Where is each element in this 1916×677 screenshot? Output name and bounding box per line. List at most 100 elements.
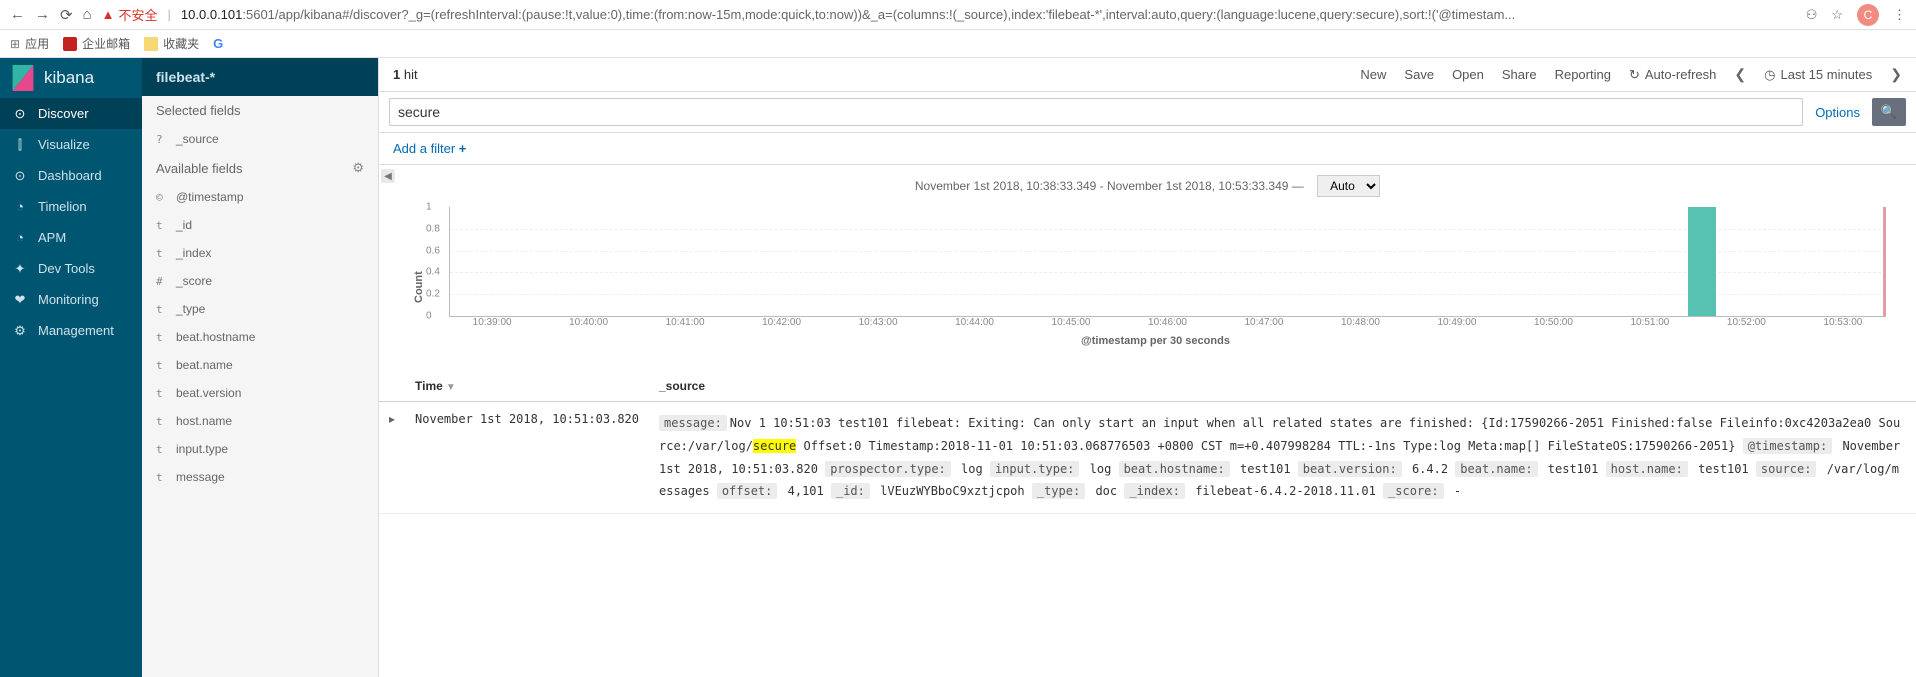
apps-shortcut[interactable]: ⊞应用: [10, 35, 49, 52]
refresh-icon: ↻: [1629, 67, 1640, 83]
field-_score[interactable]: #_score: [142, 267, 378, 295]
sidebar-item-dashboard[interactable]: ⊙Dashboard: [0, 160, 142, 191]
field-beat.hostname[interactable]: tbeat.hostname: [142, 323, 378, 351]
field-_source[interactable]: ?_source: [142, 125, 378, 153]
col-time[interactable]: Time▼: [405, 371, 649, 402]
xtick: 10:53:00: [1823, 317, 1862, 328]
sidebar-item-monitoring[interactable]: ❤Monitoring: [0, 284, 142, 315]
field-id[interactable]: _id:: [831, 483, 870, 499]
selected-fields-title: Selected fields: [142, 96, 378, 125]
field-input-type[interactable]: input.type:: [990, 461, 1079, 477]
field-message[interactable]: message:: [659, 415, 727, 431]
field-host.name[interactable]: thost.name: [142, 407, 378, 435]
bookmark-fav[interactable]: 收藏夹: [144, 35, 199, 52]
logo-text: kibana: [44, 68, 94, 88]
reporting-button[interactable]: Reporting: [1555, 67, 1611, 82]
field-_index[interactable]: t_index: [142, 239, 378, 267]
field-_type[interactable]: t_type: [142, 295, 378, 323]
field-type[interactable]: _type:: [1032, 483, 1085, 499]
field-beat.version[interactable]: tbeat.version: [142, 379, 378, 407]
field-host-name[interactable]: host.name:: [1606, 461, 1688, 477]
expand-row-icon[interactable]: ▸: [379, 402, 405, 514]
search-button[interactable]: 🔍: [1872, 98, 1906, 126]
topbar: 1 hit New Save Open Share Reporting ↻Aut…: [379, 58, 1916, 92]
add-filter-button[interactable]: Add a filter +: [393, 141, 466, 156]
bookmark-google[interactable]: G: [213, 36, 223, 51]
translate-icon[interactable]: ⚇: [1806, 7, 1818, 23]
sidebar-item-dev-tools[interactable]: ✦Dev Tools: [0, 253, 142, 284]
sidebar: kibana ⊙Discover⫿Visualize⊙Dashboard◔Tim…: [0, 58, 142, 677]
row-source: message:Nov 1 10:51:03 test101 filebeat:…: [649, 402, 1916, 514]
filter-bar: Add a filter +: [379, 133, 1916, 165]
index-pattern[interactable]: filebeat-*: [142, 58, 378, 96]
fields-settings-icon[interactable]: ⚙: [352, 160, 364, 176]
nav-reload-icon[interactable]: ⟳: [60, 6, 73, 24]
histogram-bar[interactable]: [1688, 207, 1716, 316]
open-button[interactable]: Open: [1452, 67, 1484, 82]
share-button[interactable]: Share: [1502, 67, 1537, 82]
profile-avatar[interactable]: C: [1857, 4, 1879, 26]
discover-icon: ⊙: [12, 106, 28, 122]
xtick: 10:43:00: [859, 317, 898, 328]
apm-icon: ◔: [12, 230, 28, 245]
chart-time-range: November 1st 2018, 10:38:33.349 - Novemb…: [379, 165, 1916, 207]
sidebar-item-management[interactable]: ⚙Management: [0, 315, 142, 346]
time-picker[interactable]: ◷Last 15 minutes: [1764, 67, 1872, 83]
field-beat-hostname[interactable]: beat.hostname:: [1119, 461, 1230, 477]
field-offset[interactable]: offset:: [717, 483, 778, 499]
nav-back-icon[interactable]: ←: [10, 6, 25, 23]
security-warning[interactable]: ▲ 不安全: [102, 5, 158, 24]
xtick: 10:52:00: [1727, 317, 1766, 328]
xtick: 10:49:00: [1437, 317, 1476, 328]
interval-select[interactable]: Auto: [1317, 175, 1380, 197]
field-message[interactable]: tmessage: [142, 463, 378, 491]
field-@timestamp[interactable]: ©@timestamp: [142, 183, 378, 211]
histogram-chart: Count 00.20.40.60.81 10:39:0010:40:0010:…: [379, 207, 1916, 353]
menu-icon[interactable]: ⋮: [1893, 7, 1906, 23]
sidebar-item-apm[interactable]: ◔APM: [0, 222, 142, 253]
search-input[interactable]: [389, 98, 1803, 126]
bookmark-bar: ⊞应用 企业邮箱 收藏夹 G: [0, 30, 1916, 58]
field-beat-name[interactable]: beat.name:: [1455, 461, 1537, 477]
time-next-icon[interactable]: ❯: [1890, 66, 1902, 83]
new-button[interactable]: New: [1360, 67, 1386, 82]
field-beat.name[interactable]: tbeat.name: [142, 351, 378, 379]
xtick: 10:44:00: [955, 317, 994, 328]
row-timestamp: November 1st 2018, 10:51:03.820: [405, 402, 649, 514]
xtick: 10:46:00: [1148, 317, 1187, 328]
auto-refresh-button[interactable]: ↻Auto-refresh: [1629, 67, 1716, 83]
sidebar-item-visualize[interactable]: ⫿Visualize: [0, 129, 142, 160]
xtick: 10:39:00: [473, 317, 512, 328]
xtick: 10:51:00: [1630, 317, 1669, 328]
time-marker: [1883, 207, 1886, 316]
main-content: 1 hit New Save Open Share Reporting ↻Aut…: [379, 58, 1916, 677]
options-link[interactable]: Options: [1809, 105, 1866, 120]
field-beat-version[interactable]: beat.version:: [1298, 461, 1402, 477]
plot-area[interactable]: 00.20.40.60.81: [449, 207, 1886, 317]
xtick: 10:48:00: [1341, 317, 1380, 328]
xtick: 10:40:00: [569, 317, 608, 328]
col-source[interactable]: _source: [649, 371, 1916, 402]
dev tools-icon: ✦: [12, 261, 28, 277]
field-score[interactable]: _score:: [1383, 483, 1444, 499]
collapse-fields-icon[interactable]: ◀: [381, 169, 395, 183]
field-timestamp[interactable]: @timestamp:: [1743, 438, 1832, 454]
save-button[interactable]: Save: [1404, 67, 1434, 82]
address-bar[interactable]: 10.0.0.101:5601/app/kibana#/discover?_g=…: [181, 7, 1796, 22]
star-icon[interactable]: ☆: [1831, 7, 1843, 23]
field-index[interactable]: _index:: [1124, 483, 1185, 499]
field-source[interactable]: source:: [1756, 461, 1817, 477]
field-input.type[interactable]: tinput.type: [142, 435, 378, 463]
bookmark-mail[interactable]: 企业邮箱: [63, 35, 130, 52]
sidebar-item-discover[interactable]: ⊙Discover: [0, 98, 142, 129]
monitoring-icon: ❤: [12, 292, 28, 308]
sidebar-item-timelion[interactable]: ◔Timelion: [0, 191, 142, 222]
logo[interactable]: kibana: [0, 58, 142, 98]
field-prospector-type[interactable]: prospector.type:: [825, 461, 951, 477]
sort-desc-icon: ▼: [446, 382, 456, 393]
nav-home-icon[interactable]: ⌂: [83, 6, 92, 23]
field-_id[interactable]: t_id: [142, 211, 378, 239]
time-prev-icon[interactable]: ❮: [1734, 66, 1746, 83]
nav-forward-icon[interactable]: →: [35, 6, 50, 23]
table-row: ▸ November 1st 2018, 10:51:03.820 messag…: [379, 402, 1916, 514]
